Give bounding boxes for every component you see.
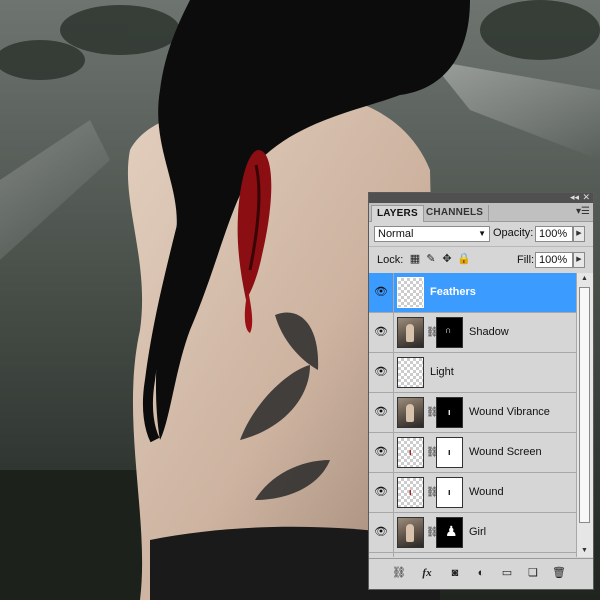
fill-label: Fill: xyxy=(517,254,535,266)
layer-row-light[interactable]: 👁 Light xyxy=(369,353,577,393)
new-layer-icon[interactable]: ❏ xyxy=(525,566,541,580)
layer-thumbnail[interactable] xyxy=(397,517,424,548)
lock-all-icon[interactable]: 🔒 xyxy=(457,253,471,265)
panel-menu-icon[interactable]: ▾☰ xyxy=(576,206,590,217)
layer-row-wound-screen[interactable]: 👁 ı ⛓ ı Wound Screen xyxy=(369,433,577,473)
layer-thumbnail[interactable] xyxy=(397,317,424,348)
layer-thumbnail[interactable] xyxy=(397,277,424,308)
fx-icon[interactable]: fx xyxy=(419,566,435,580)
eye-icon[interactable]: 👁 xyxy=(369,313,394,352)
mask-shape-icon: ∩ xyxy=(445,325,452,335)
panel-tabs: LAYERS CHANNELS ▾☰ xyxy=(369,203,593,222)
layer-name[interactable]: Wound Vibrance xyxy=(469,406,550,418)
panel-title-bar[interactable]: ◂◂ ✕ xyxy=(369,192,593,203)
collapse-panel-icon[interactable]: ◂◂ xyxy=(570,192,579,202)
layer-mask-thumbnail[interactable]: ı xyxy=(436,437,463,468)
mask-shape-icon: ı xyxy=(448,407,451,417)
layer-mask-thumbnail[interactable]: ∩ xyxy=(436,317,463,348)
mask-shape-icon: ♟ xyxy=(445,523,458,539)
scroll-up-icon[interactable]: ▲ xyxy=(577,273,592,285)
chevron-down-icon: ▼ xyxy=(478,229,486,238)
lock-position-move-icon[interactable]: ✥ xyxy=(441,253,453,265)
wound-mark-icon: ı xyxy=(409,487,412,497)
layer-mask-thumbnail[interactable]: ı xyxy=(436,477,463,508)
layer-row-shadow[interactable]: 👁 ⛓ ∩ Shadow xyxy=(369,313,577,353)
layer-name[interactable]: Feathers xyxy=(430,286,476,298)
panel-bottom-toolbar: ⛓ fx ◙ ◐ ▭ ❏ 🗑 xyxy=(369,558,593,589)
layer-name[interactable]: Girl xyxy=(469,526,486,538)
opacity-input[interactable]: 100% xyxy=(535,226,573,242)
adjustment-layer-icon[interactable]: ◐ xyxy=(473,566,489,580)
link-icon[interactable]: ⛓ xyxy=(426,407,439,418)
lock-row: Lock: ▦ ✎ ✥ 🔒 Fill: 100% ▶ xyxy=(369,247,593,274)
layer-mask-thumbnail[interactable]: ♟ xyxy=(436,517,463,548)
layer-name[interactable]: Light xyxy=(430,366,454,378)
layers-list: 👁 Feathers 👁 ⛓ ∩ Shadow 👁 Light 👁 ⛓ ı Wo… xyxy=(369,273,577,557)
close-panel-icon[interactable]: ✕ xyxy=(582,192,590,202)
link-icon[interactable]: ⛓ xyxy=(426,487,439,498)
opacity-slider-button[interactable]: ▶ xyxy=(573,226,585,242)
link-icon[interactable]: ⛓ xyxy=(426,447,439,458)
layer-name[interactable]: Shadow xyxy=(469,326,509,338)
layer-mask-thumbnail[interactable]: ı xyxy=(436,397,463,428)
layer-thumbnail[interactable] xyxy=(397,357,424,388)
layer-name[interactable]: Wound Screen xyxy=(469,446,542,458)
eye-icon[interactable]: 👁 xyxy=(369,473,394,512)
fill-input[interactable]: 100% xyxy=(535,252,573,268)
scroll-down-icon[interactable]: ▼ xyxy=(577,545,592,557)
trash-icon[interactable]: 🗑 xyxy=(551,566,567,580)
eye-icon[interactable]: 👁 xyxy=(369,433,394,472)
link-layers-icon[interactable]: ⛓ xyxy=(391,566,407,580)
mask-shape-icon: ı xyxy=(448,447,451,457)
lock-pixels-brush-icon[interactable]: ✎ xyxy=(425,253,437,265)
layer-name[interactable]: Wound xyxy=(469,486,504,498)
layer-row-wound-vibrance[interactable]: 👁 ⛓ ı Wound Vibrance xyxy=(369,393,577,433)
mask-shape-icon: ı xyxy=(448,487,451,497)
wound-mark-icon: ı xyxy=(409,447,412,457)
eye-icon[interactable]: 👁 xyxy=(369,393,394,432)
link-icon[interactable]: ⛓ xyxy=(426,327,439,338)
link-icon[interactable]: ⛓ xyxy=(426,527,439,538)
tab-channels[interactable]: CHANNELS xyxy=(421,205,490,221)
blend-row: Normal ▼ Opacity: 100% ▶ xyxy=(369,222,593,247)
opacity-label: Opacity: xyxy=(493,227,534,239)
fill-slider-button[interactable]: ▶ xyxy=(573,252,585,268)
blend-mode-value: Normal xyxy=(378,228,414,240)
tab-layers[interactable]: LAYERS xyxy=(371,205,424,222)
blend-mode-select[interactable]: Normal ▼ xyxy=(374,226,490,242)
eye-icon[interactable]: 👁 xyxy=(369,513,394,552)
scrollbar-thumb[interactable] xyxy=(579,287,590,523)
lock-label: Lock: xyxy=(377,254,404,266)
layer-row-wound[interactable]: 👁 ı ⛓ ı Wound xyxy=(369,473,577,513)
add-mask-icon[interactable]: ◙ xyxy=(447,566,463,580)
layer-thumbnail[interactable]: ı xyxy=(397,477,424,508)
lock-transparency-icon[interactable]: ▦ xyxy=(409,253,421,265)
layer-row-partial[interactable] xyxy=(369,553,577,557)
layers-scrollbar[interactable]: ▲ ▼ xyxy=(576,273,593,557)
eye-icon[interactable]: 👁 xyxy=(369,273,394,312)
layers-panel: ◂◂ ✕ LAYERS CHANNELS ▾☰ Normal ▼ Opacity… xyxy=(368,192,594,590)
layer-row-girl[interactable]: 👁 ⛓ ♟ Girl xyxy=(369,513,577,553)
eye-cell-empty[interactable] xyxy=(369,553,394,557)
new-group-icon[interactable]: ▭ xyxy=(499,566,515,580)
eye-icon[interactable]: 👁 xyxy=(369,353,394,392)
layer-thumbnail[interactable]: ı xyxy=(397,437,424,468)
layer-thumbnail[interactable] xyxy=(397,397,424,428)
layer-row-feathers[interactable]: 👁 Feathers xyxy=(369,273,577,313)
